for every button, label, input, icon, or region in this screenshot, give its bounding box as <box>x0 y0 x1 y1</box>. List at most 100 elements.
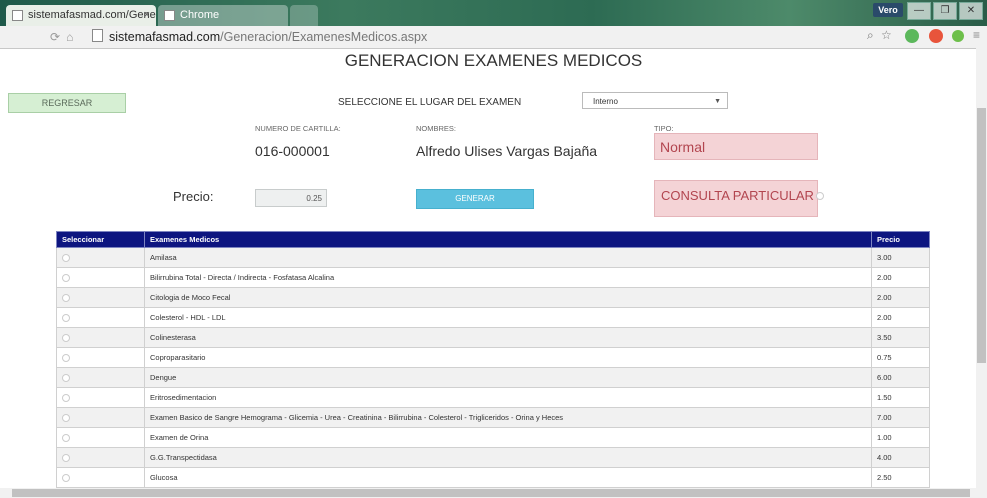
consulta-checkbox[interactable] <box>816 192 824 200</box>
row-checkbox[interactable] <box>62 474 70 482</box>
row-checkbox[interactable] <box>62 454 70 462</box>
browser-tab-chrome[interactable]: Chrome <box>158 5 288 26</box>
consulta-particular-box: CONSULTA PARTICULAR <box>654 180 818 217</box>
tipo-label: TIPO: <box>654 124 674 133</box>
horizontal-scrollbar[interactable] <box>0 488 987 498</box>
url-host: sistemafasmad.com <box>109 30 221 44</box>
profile-button[interactable]: Vero <box>873 3 903 17</box>
tipo-value: Normal <box>654 133 818 160</box>
row-checkbox[interactable] <box>62 414 70 422</box>
row-select-cell <box>56 387 145 408</box>
menu-icon[interactable]: ≡ <box>973 28 980 42</box>
lugar-selected-value: Interno <box>593 97 618 106</box>
table-row: Examen Basico de Sangre Hemograma - Glic… <box>56 407 930 428</box>
nombres-label: NOMBRES: <box>416 124 457 133</box>
zoom-icon[interactable]: ⌕ <box>867 28 874 43</box>
exam-price-cell: 0.75 <box>871 347 930 368</box>
exam-price-cell: 4.00 <box>871 447 930 468</box>
page-favicon-icon <box>164 10 175 21</box>
table-row: Coproparasitario 0.75 <box>56 347 930 368</box>
table-row: Dengue 6.00 <box>56 367 930 388</box>
precio-field[interactable]: 0.25 <box>255 189 327 207</box>
table-row: Examen de Orina 1.00 <box>56 427 930 448</box>
row-checkbox[interactable] <box>62 274 70 282</box>
exam-name-cell: Eritrosedimentacion <box>144 387 872 408</box>
examenes-table: Seleccionar Examenes Medicos Precio Amil… <box>56 231 930 488</box>
vertical-scroll-thumb[interactable] <box>977 108 986 363</box>
horizontal-scroll-thumb[interactable] <box>12 489 970 497</box>
row-checkbox[interactable] <box>62 354 70 362</box>
row-select-cell <box>56 247 145 268</box>
exam-price-cell: 3.50 <box>871 327 930 348</box>
exam-name-cell: Colesterol - HDL - LDL <box>144 307 872 328</box>
table-row: Citologia de Moco Fecal 2.00 <box>56 287 930 308</box>
url-path: /Generacion/ExamenesMedicos.aspx <box>220 30 428 44</box>
minimize-icon[interactable]: — <box>907 2 931 20</box>
table-row: Colesterol - HDL - LDL 2.00 <box>56 307 930 328</box>
browser-tab-active[interactable]: sistemafasmad.com/Gene × <box>6 5 156 26</box>
column-header-seleccionar: Seleccionar <box>56 231 145 248</box>
exam-price-cell: 2.00 <box>871 287 930 308</box>
row-checkbox[interactable] <box>62 334 70 342</box>
exam-price-cell: 2.50 <box>871 467 930 488</box>
row-select-cell <box>56 427 145 448</box>
generar-button[interactable]: GENERAR <box>416 189 534 209</box>
row-select-cell <box>56 347 145 368</box>
row-select-cell <box>56 287 145 308</box>
exam-name-cell: Amilasa <box>144 247 872 268</box>
page-title: GENERACION EXAMENES MEDICOS <box>344 51 643 70</box>
table-row: Glucosa 2.50 <box>56 467 930 488</box>
row-select-cell <box>56 407 145 428</box>
page-icon <box>92 29 103 42</box>
extension-icon-red[interactable] <box>929 29 943 43</box>
exam-price-cell: 2.00 <box>871 267 930 288</box>
column-header-examenes: Examenes Medicos <box>144 231 872 248</box>
table-row: Colinesterasa 3.50 <box>56 327 930 348</box>
row-checkbox[interactable] <box>62 394 70 402</box>
row-checkbox[interactable] <box>62 314 70 322</box>
bookmark-star-icon[interactable]: ☆ <box>881 28 892 42</box>
table-row: Amilasa 3.00 <box>56 247 930 268</box>
exam-price-cell: 3.00 <box>871 247 930 268</box>
extension-icon-leaf[interactable] <box>952 30 964 42</box>
address-bar: ⟳⌂ sistemafasmad.com/Generacion/Examenes… <box>0 26 987 49</box>
exam-price-cell: 1.00 <box>871 427 930 448</box>
new-tab-button[interactable] <box>290 5 318 26</box>
chevron-down-icon: ▼ <box>714 98 721 105</box>
row-checkbox[interactable] <box>62 434 70 442</box>
exam-price-cell: 6.00 <box>871 367 930 388</box>
restore-icon[interactable]: ❐ <box>933 2 957 20</box>
exam-name-cell: Dengue <box>144 367 872 388</box>
url-field[interactable]: sistemafasmad.com/Generacion/ExamenesMed… <box>92 29 972 45</box>
browser-titlebar: sistemafasmad.com/Gene × Chrome Vero — ❐… <box>0 0 987 26</box>
row-select-cell <box>56 447 145 468</box>
exam-price-cell: 2.00 <box>871 307 930 328</box>
cartilla-value: 016-000001 <box>255 143 330 159</box>
exam-name-cell: Examen de Orina <box>144 427 872 448</box>
home-icon[interactable]: ⌂ <box>66 30 79 44</box>
table-row: G.G.Transpectidasa 4.00 <box>56 447 930 468</box>
reload-icon[interactable]: ⟳ <box>50 30 66 44</box>
exam-price-cell: 7.00 <box>871 407 930 428</box>
column-header-precio: Precio <box>871 231 930 248</box>
close-window-icon[interactable]: ✕ <box>959 2 983 20</box>
table-row: Bilirrubina Total - Directa / Indirecta … <box>56 267 930 288</box>
page-favicon-icon <box>12 10 23 21</box>
lugar-label: SELECCIONE EL LUGAR DEL EXAMEN <box>338 97 522 108</box>
row-checkbox[interactable] <box>62 254 70 262</box>
row-checkbox[interactable] <box>62 294 70 302</box>
nombres-value: Alfredo Ulises Vargas Bajaña <box>416 143 598 159</box>
extension-icon-green[interactable] <box>905 29 919 43</box>
exam-name-cell: G.G.Transpectidasa <box>144 447 872 468</box>
exam-name-cell: Citologia de Moco Fecal <box>144 287 872 308</box>
lugar-select[interactable]: Interno ▼ <box>582 92 728 109</box>
vertical-scrollbar[interactable] <box>976 48 987 488</box>
window-controls: — ❐ ✕ <box>907 2 983 20</box>
exam-name-cell: Bilirrubina Total - Directa / Indirecta … <box>144 267 872 288</box>
tab-title: Chrome <box>180 9 220 21</box>
regresar-button[interactable]: REGRESAR <box>8 93 126 113</box>
tab-close-icon[interactable]: × <box>144 5 150 26</box>
table-row: Eritrosedimentacion 1.50 <box>56 387 930 408</box>
cartilla-label: NUMERO DE CARTILLA: <box>255 124 341 133</box>
row-checkbox[interactable] <box>62 374 70 382</box>
